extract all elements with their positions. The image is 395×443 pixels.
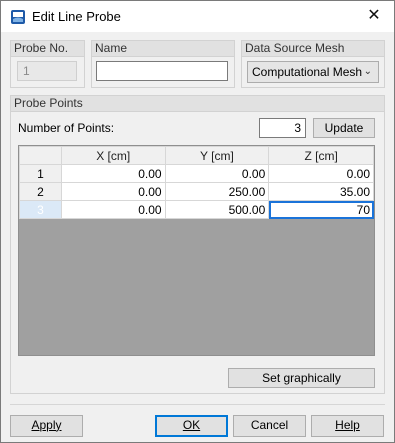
probe-no-field: 1 — [17, 61, 77, 81]
table-row: 2 0.00 250.00 35.00 — [19, 182, 374, 201]
cell-y[interactable]: 500.00 — [164, 200, 270, 219]
cell-y[interactable]: 0.00 — [164, 164, 270, 183]
cell-z[interactable]: 35.00 — [268, 182, 374, 201]
row-index[interactable]: 2 — [19, 182, 62, 201]
table-header-row: X [cm] Y [cm] Z [cm] — [19, 146, 374, 165]
row-index-selected[interactable]: 3 — [19, 200, 62, 219]
data-source-group: Data Source Mesh Computational Mesh ⌄ — [241, 40, 385, 88]
title-bar: Edit Line Probe ✕ — [1, 1, 394, 32]
cell-x[interactable]: 0.00 — [60, 164, 166, 183]
data-source-label: Data Source Mesh — [242, 41, 384, 57]
update-button[interactable]: Update — [313, 118, 375, 138]
table-row: 1 0.00 0.00 0.00 — [19, 164, 374, 183]
name-input[interactable] — [96, 61, 228, 81]
probe-no-label: Probe No. — [11, 41, 84, 57]
window-title: Edit Line Probe — [32, 9, 121, 24]
ok-label: OK — [182, 418, 201, 432]
apply-button[interactable]: Apply — [10, 415, 83, 437]
num-points-label: Number of Points: — [18, 121, 115, 135]
corner-header — [19, 146, 62, 165]
data-source-select[interactable]: Computational Mesh ⌄ — [247, 61, 379, 83]
app-icon — [11, 10, 25, 24]
data-source-value: Computational Mesh — [252, 65, 363, 79]
cell-x[interactable]: 0.00 — [60, 200, 166, 219]
cell-x[interactable]: 0.00 — [60, 182, 166, 201]
set-graphically-button[interactable]: Set graphically — [228, 368, 375, 388]
chevron-down-icon: ⌄ — [363, 66, 372, 77]
cell-z-active[interactable]: 70 — [268, 200, 374, 219]
apply-label: Apply — [31, 418, 62, 432]
cell-y[interactable]: 250.00 — [164, 182, 270, 201]
name-group: Name — [91, 40, 235, 88]
footer-divider — [10, 404, 385, 405]
ok-button[interactable]: OK — [155, 415, 228, 437]
column-header-z[interactable]: Z [cm] — [268, 146, 374, 165]
close-icon[interactable]: ✕ — [354, 1, 394, 32]
help-label: Help — [335, 418, 360, 432]
help-button[interactable]: Help — [311, 415, 384, 437]
cancel-button[interactable]: Cancel — [233, 415, 306, 437]
column-header-y[interactable]: Y [cm] — [164, 146, 270, 165]
probe-points-label: Probe Points — [11, 96, 384, 112]
row-index[interactable]: 1 — [19, 164, 62, 183]
num-points-input[interactable] — [259, 118, 306, 138]
probe-points-table: X [cm] Y [cm] Z [cm] 1 0.00 0.00 0.00 2 … — [18, 145, 375, 356]
probe-no-group: Probe No. 1 — [10, 40, 85, 88]
name-label: Name — [92, 41, 234, 57]
edit-line-probe-dialog: Edit Line Probe ✕ Probe No. 1 Name Data … — [0, 0, 395, 443]
table-row: 3 0.00 500.00 70 — [19, 200, 374, 219]
column-header-x[interactable]: X [cm] — [60, 146, 166, 165]
cell-z[interactable]: 0.00 — [268, 164, 374, 183]
